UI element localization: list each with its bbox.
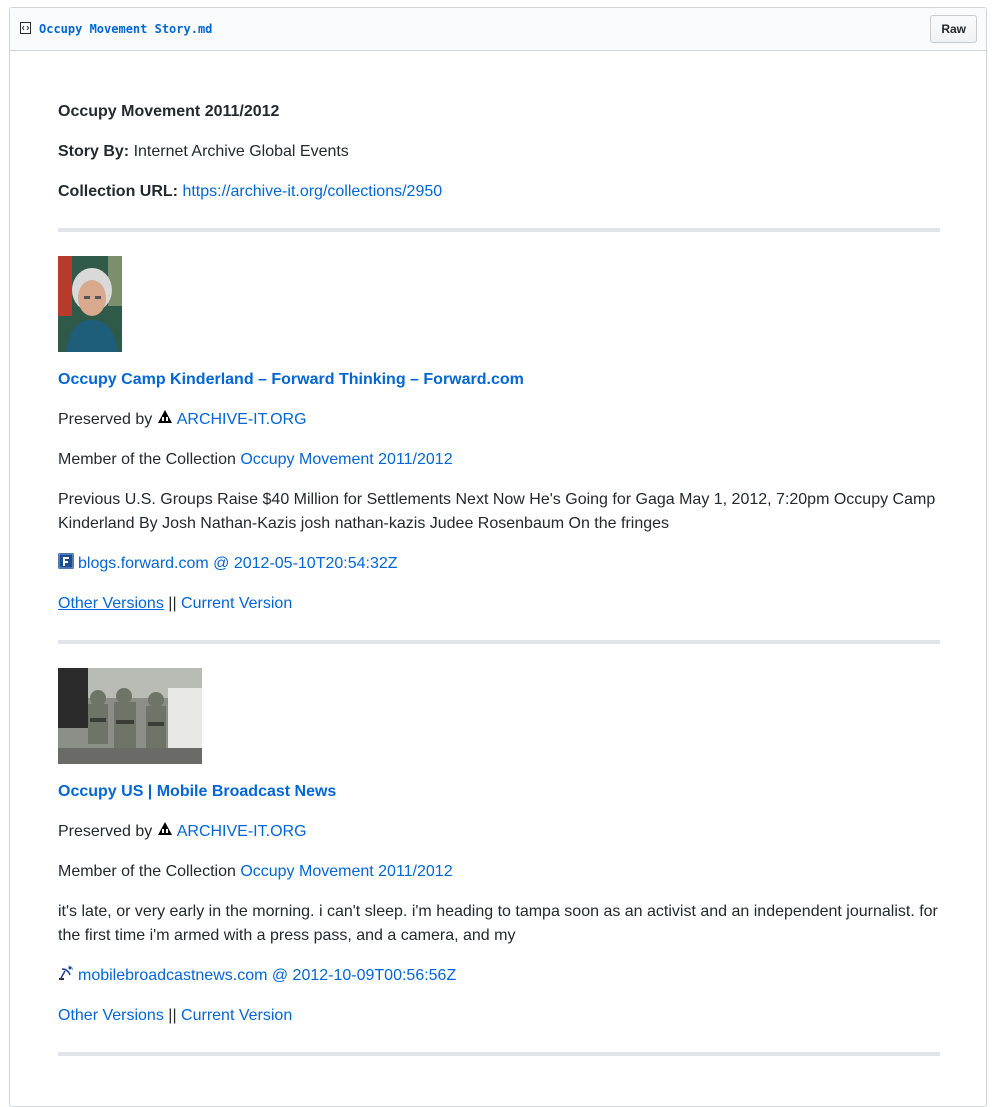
archive-it-link[interactable]: ARCHIVE-IT.ORG (177, 411, 307, 428)
source-link[interactable]: mobilebroadcastnews.com @ 2012-10-09T00:… (78, 967, 456, 984)
member-label: Member of the Collection (58, 451, 236, 468)
source-line: mobilebroadcastnews.com @ 2012-10-09T00:… (58, 964, 940, 988)
current-version-link[interactable]: Current Version (181, 595, 292, 612)
entry-title-link[interactable]: Occupy Camp Kinderland – Forward Thinkin… (58, 371, 524, 388)
story-by-value: Internet Archive Global Events (133, 143, 349, 160)
divider (58, 228, 940, 232)
collection-link[interactable]: Occupy Movement 2011/2012 (240, 451, 452, 468)
archive-it-icon (157, 822, 172, 835)
source-link[interactable]: blogs.forward.com @ 2012-05-10T20:54:32Z (78, 555, 398, 572)
entry-title-link[interactable]: Occupy US | Mobile Broadcast News (58, 783, 336, 800)
preserved-by-label: Preserved by (58, 411, 153, 428)
versions-line: Other Versions || Current Version (58, 592, 940, 616)
entry-snippet: Previous U.S. Groups Raise $40 Million f… (58, 491, 936, 532)
current-version-link[interactable]: Current Version (181, 1007, 292, 1024)
versions-separator: || (168, 1007, 177, 1024)
file-name-link[interactable]: Occupy Movement Story.md (39, 22, 212, 36)
archive-it-link[interactable]: ARCHIVE-IT.ORG (177, 823, 307, 840)
story-entry: Occupy Camp Kinderland – Forward Thinkin… (58, 256, 940, 616)
member-of-collection: Member of the Collection Occupy Movement… (58, 448, 940, 472)
member-label: Member of the Collection (58, 863, 236, 880)
story-title: Occupy Movement 2011/2012 (58, 103, 280, 120)
story-entry: Occupy US | Mobile Broadcast News Preser… (58, 668, 940, 1028)
other-versions-link[interactable]: Other Versions (58, 1007, 164, 1024)
divider (58, 640, 940, 644)
file-header: Occupy Movement Story.md Raw (10, 8, 986, 51)
forward-favicon-icon (58, 553, 74, 569)
file-viewer: Occupy Movement Story.md Raw Occupy Move… (9, 7, 987, 1107)
member-of-collection: Member of the Collection Occupy Movement… (58, 860, 940, 884)
entry-thumbnail-soldiers[interactable] (58, 668, 202, 764)
preserved-by-label: Preserved by (58, 823, 153, 840)
markdown-body: Occupy Movement 2011/2012 Story By: Inte… (58, 100, 940, 1080)
preserved-by: Preserved by ARCHIVE-IT.ORG (58, 408, 940, 432)
story-by-label: Story By: (58, 143, 130, 160)
collection-url-link[interactable]: https://archive-it.org/collections/2950 (182, 183, 442, 200)
code-file-icon (20, 22, 31, 34)
preserved-by: Preserved by ARCHIVE-IT.ORG (58, 820, 940, 844)
divider (58, 1052, 940, 1056)
other-versions-link[interactable]: Other Versions (58, 595, 164, 612)
source-line: blogs.forward.com @ 2012-05-10T20:54:32Z (58, 552, 940, 576)
versions-line: Other Versions || Current Version (58, 1004, 940, 1028)
versions-separator: || (168, 595, 177, 612)
collection-url: Collection URL: https://archive-it.org/c… (58, 180, 940, 204)
collection-url-label: Collection URL: (58, 183, 178, 200)
entry-thumbnail-portrait[interactable] (58, 256, 122, 352)
satellite-dish-icon (59, 965, 74, 980)
raw-button[interactable]: Raw (930, 15, 977, 43)
entry-snippet: it's late, or very early in the morning.… (58, 903, 938, 944)
archive-it-icon (157, 410, 172, 423)
collection-link[interactable]: Occupy Movement 2011/2012 (240, 863, 452, 880)
story-by: Story By: Internet Archive Global Events (58, 140, 940, 164)
